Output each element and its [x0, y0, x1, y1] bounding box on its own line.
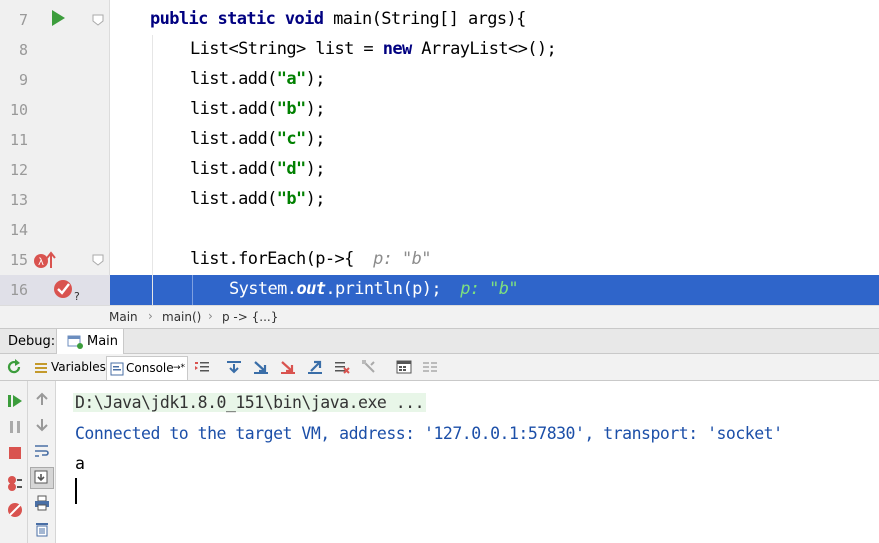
scroll-up-icon[interactable] [34, 391, 50, 407]
indent-guide [152, 35, 153, 305]
clear-all-icon[interactable] [34, 521, 50, 537]
pause-icon[interactable] [7, 419, 23, 435]
code-text: List<String> list = new ArrayList<>(); [190, 39, 557, 59]
code-editor[interactable]: 7 public static void main(String[] args)… [0, 0, 879, 305]
resume-icon[interactable] [7, 393, 23, 409]
rerun-icon[interactable] [6, 359, 22, 375]
code-line-8: 8 List<String> list = new ArrayList<>(); [0, 35, 879, 65]
indent-guide [192, 275, 193, 305]
line-number: 16 [9, 281, 28, 299]
breadcrumb-item-method[interactable]: main() [162, 310, 201, 324]
force-step-into-icon[interactable] [280, 359, 296, 375]
code-line-16-current: 16 ? System.out.println(p); p: "b" [0, 275, 879, 305]
line-number: 7 [18, 11, 28, 29]
code-text: list.add("b"); [190, 189, 326, 209]
tab-console-label: Console [126, 361, 174, 375]
debug-actions-strip [0, 381, 28, 543]
code-text: public static void main(String[] args){ [150, 9, 526, 29]
run-config-icon [67, 335, 83, 349]
code-text: list.add("a"); [190, 69, 326, 89]
run-to-cursor-icon[interactable] [361, 359, 377, 375]
code-line-10: 10 list.add("b"); [0, 95, 879, 125]
soft-wrap-icon[interactable] [34, 443, 50, 459]
console-pin-indicator: →* [173, 363, 186, 373]
code-line-11: 11 list.add("c"); [0, 125, 879, 155]
console-command-line[interactable]: D:\Java\jdk1.8.0_151\bin\java.exe ... [73, 393, 427, 412]
svg-text:λ: λ [38, 257, 44, 268]
breadcrumb-separator: › [208, 309, 213, 323]
fold-marker-icon[interactable] [92, 14, 104, 26]
line-number: 9 [18, 71, 28, 89]
tab-variables[interactable]: Variables [30, 356, 106, 380]
debug-toolbar: Variables Console →* [0, 354, 879, 381]
line-number: 12 [9, 161, 28, 179]
breakpoint-check-icon[interactable]: ? [52, 278, 80, 302]
console-actions-strip [28, 381, 56, 543]
lambda-breakpoint-icon[interactable]: λ [33, 250, 57, 270]
line-number: 11 [9, 131, 28, 149]
step-into-icon[interactable] [253, 359, 269, 375]
console-icon [110, 362, 124, 376]
line-number: 13 [9, 191, 28, 209]
step-over-icon[interactable] [226, 359, 242, 375]
code-line-13: 13 list.add("b"); [0, 185, 879, 215]
code-text: list.add("c"); [190, 129, 326, 149]
scroll-down-icon[interactable] [34, 417, 50, 433]
console-output[interactable]: D:\Java\jdk1.8.0_151\bin\java.exe ... Co… [57, 381, 879, 543]
console-program-output: a [75, 454, 85, 473]
code-line-14: 14 [0, 215, 879, 245]
line-number: 15 [9, 251, 28, 269]
tab-variables-label: Variables [51, 360, 106, 374]
session-tab-label: Main [87, 334, 119, 349]
code-text: list.add("b"); [190, 99, 326, 119]
variables-icon [35, 363, 47, 373]
code-line-15: 15 λ list.forEach(p->{ p: "b" [0, 245, 879, 275]
breadcrumb-item-lambda[interactable]: p -> {...} [222, 310, 278, 324]
code-line-7: 7 public static void main(String[] args)… [0, 5, 879, 35]
code-text: System.out.println(p); p: "b" [229, 279, 519, 299]
code-line-9: 9 list.add("a"); [0, 65, 879, 95]
evaluate-expression-icon[interactable] [396, 359, 412, 375]
inline-debug-value: p: "b" [440, 279, 519, 299]
fold-marker-icon[interactable] [92, 254, 104, 266]
tab-console[interactable]: Console →* [106, 356, 188, 380]
console-vm-connected-line: Connected to the target VM, address: '12… [75, 424, 783, 443]
line-number: 10 [9, 101, 28, 119]
svg-text:?: ? [74, 290, 80, 302]
view-breakpoints-icon[interactable] [7, 475, 23, 491]
inline-debug-value: p: "b" [353, 249, 431, 269]
scroll-to-end-icon [34, 470, 48, 484]
run-icon[interactable] [50, 9, 66, 27]
step-out-icon[interactable] [307, 359, 323, 375]
drop-frame-icon[interactable] [334, 359, 350, 375]
code-text: list.add("d"); [190, 159, 326, 179]
mute-breakpoints-icon[interactable] [7, 502, 23, 518]
line-number: 14 [9, 221, 28, 239]
print-icon[interactable] [34, 495, 50, 511]
code-text: list.forEach(p->{ p: "b" [190, 249, 431, 269]
line-number: 8 [18, 41, 28, 59]
debug-session-tab-main[interactable]: Main [56, 329, 124, 354]
stop-icon[interactable] [7, 445, 23, 461]
debug-label: Debug: [8, 334, 56, 349]
trace-current-stream-icon[interactable] [422, 359, 438, 375]
breadcrumb-separator: › [148, 309, 153, 323]
show-execution-point-icon[interactable] [194, 359, 210, 375]
breadcrumb-item-main[interactable]: Main [109, 310, 138, 324]
text-caret [75, 478, 77, 504]
breadcrumb: Main › main() › p -> {...} [0, 305, 879, 328]
debug-tool-window-header: Debug: Main [0, 328, 879, 354]
scroll-to-end-toggle[interactable] [30, 467, 54, 489]
code-line-12: 12 list.add("d"); [0, 155, 879, 185]
